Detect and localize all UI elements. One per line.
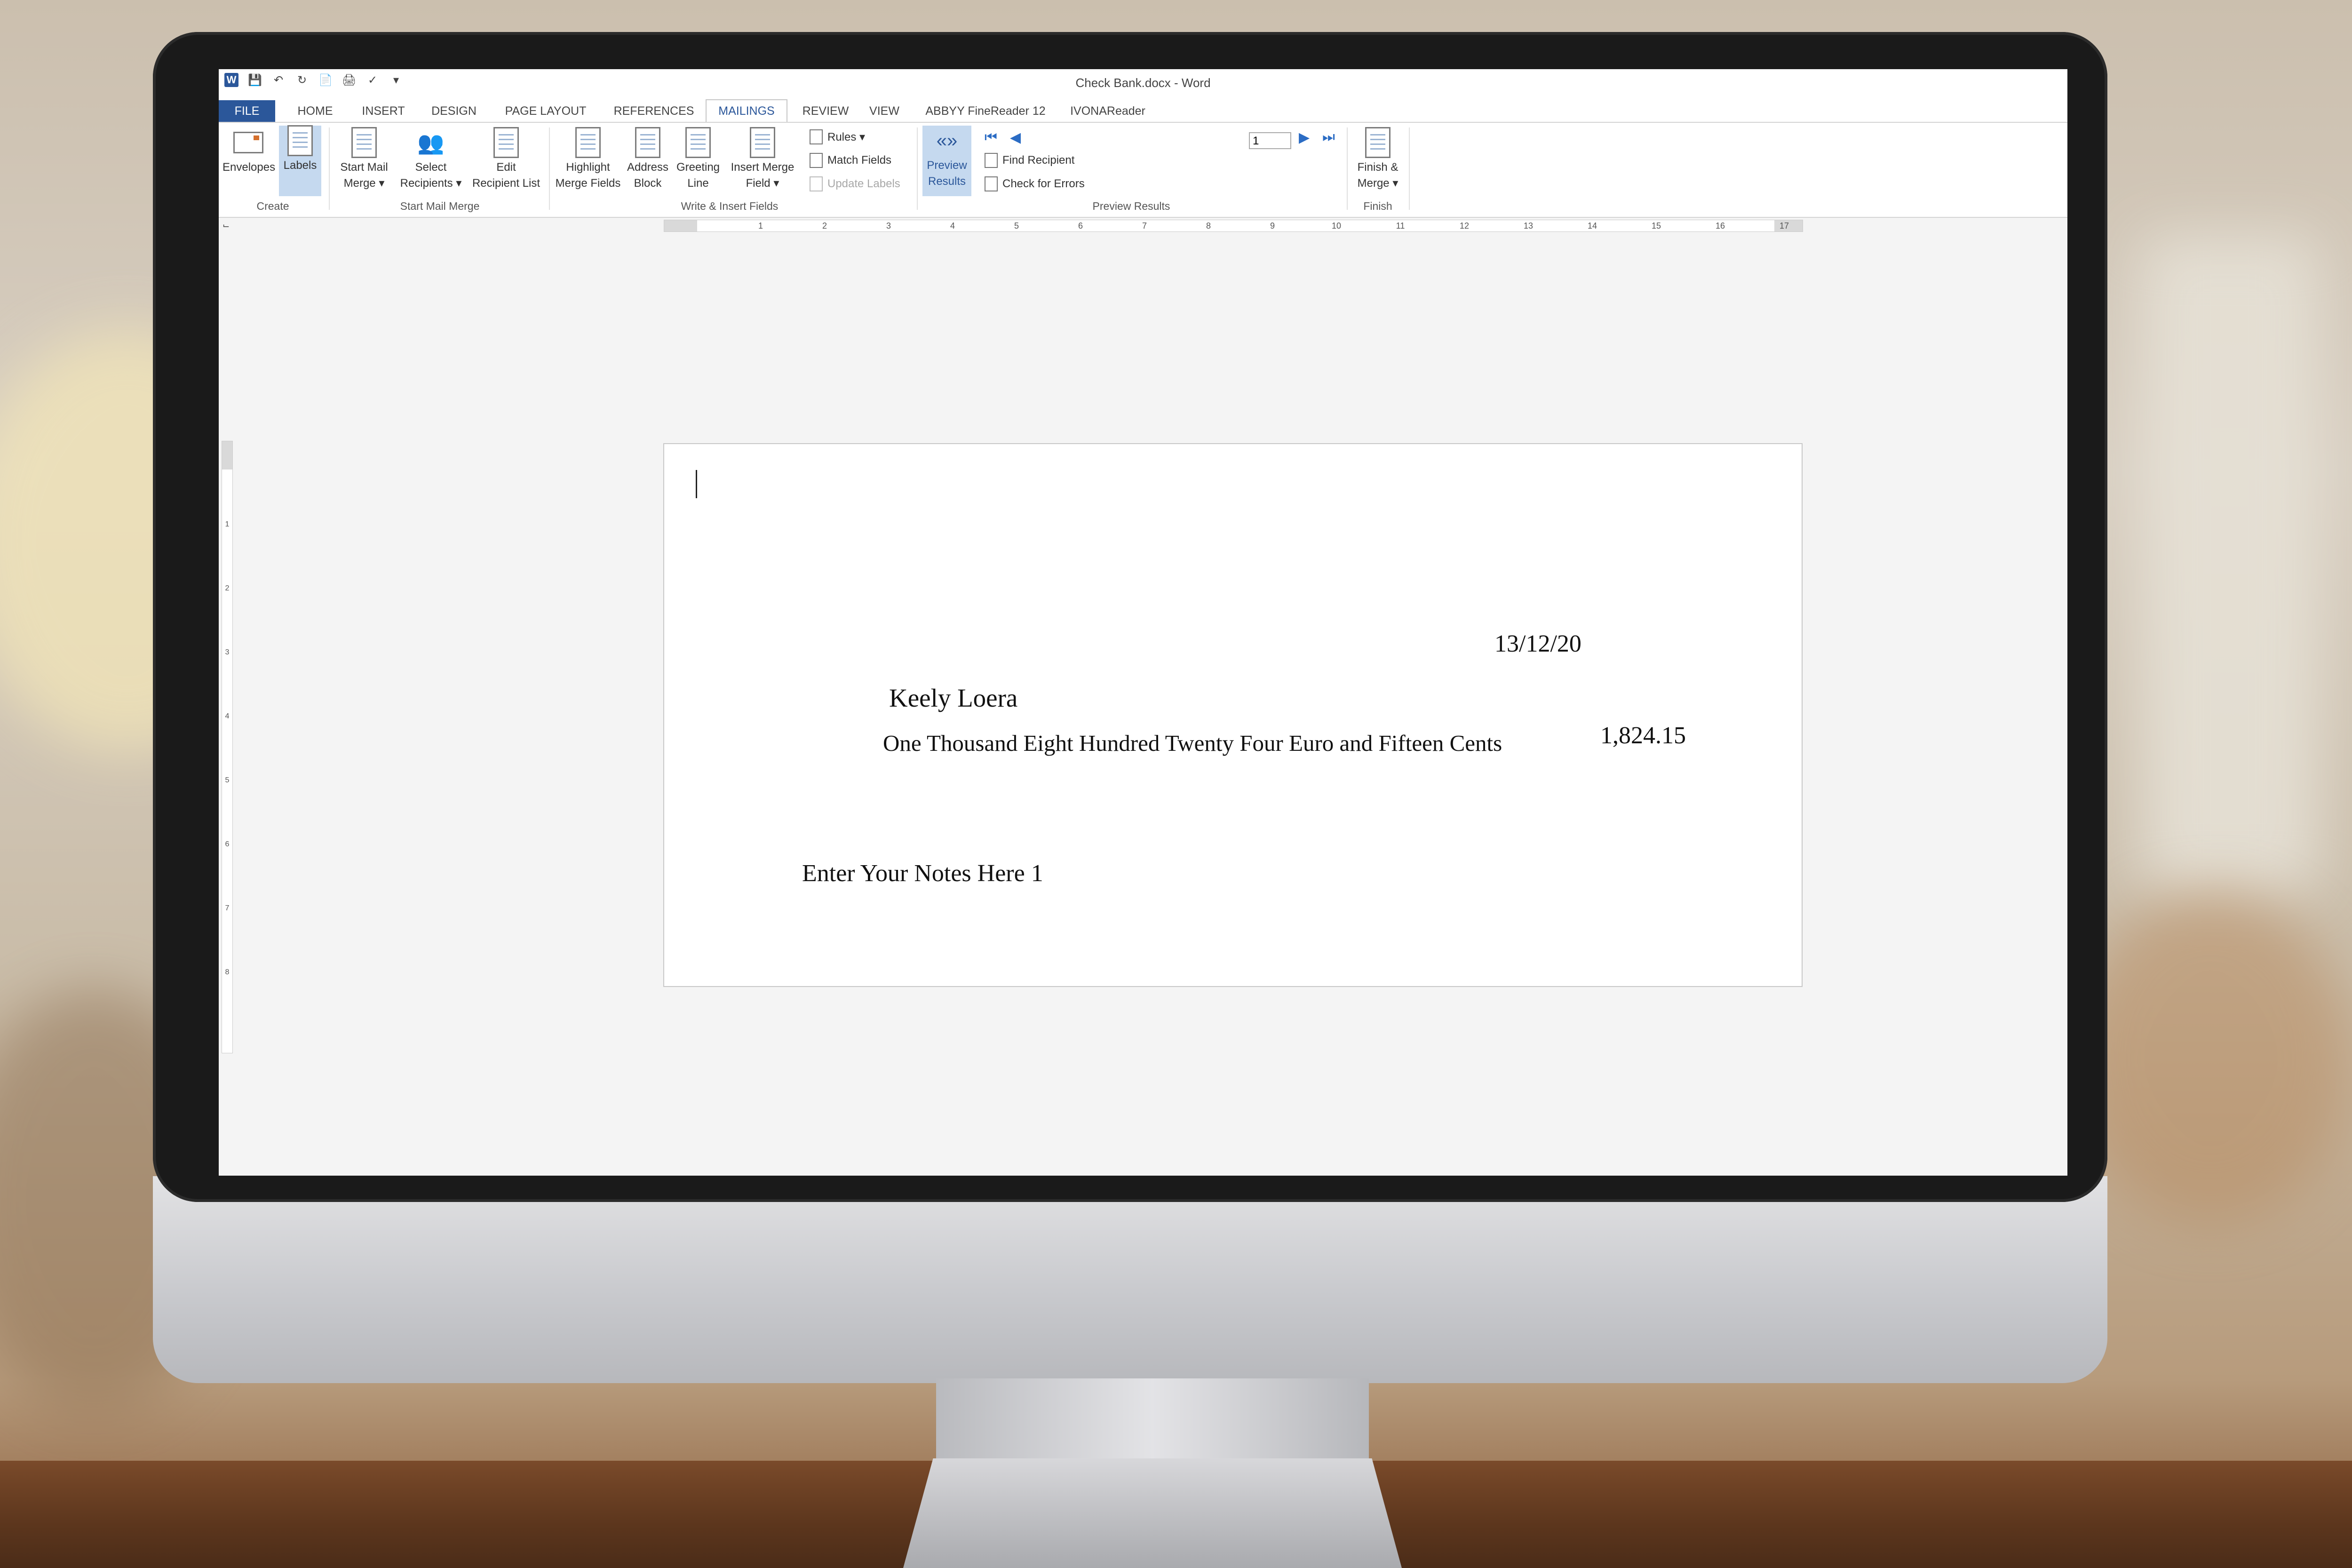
window-title: Check Bank.docx - Word [1075, 76, 1211, 90]
tab-home[interactable]: HOME [289, 100, 341, 122]
group-label-preview-results: Preview Results [1092, 200, 1170, 212]
group-label-create: Create [256, 200, 289, 212]
tab-references[interactable]: REFERENCES [609, 100, 699, 122]
tab-selector[interactable]: ⌙ [222, 221, 233, 231]
preview-icon: «» [936, 130, 958, 151]
greeting-line-icon [685, 127, 711, 158]
insert-merge-field-button[interactable]: Insert Merge Field ▾ [725, 127, 800, 191]
select-recipients-button[interactable]: 👥 Select Recipients ▾ [396, 127, 466, 191]
address-block-button[interactable]: Address Block [624, 127, 671, 191]
insert-field-icon [750, 127, 775, 158]
tab-page-layout[interactable]: PAGE LAYOUT [496, 100, 595, 122]
check-payee: Keely Loera [889, 684, 1018, 712]
finish-merge-icon [1365, 127, 1391, 158]
match-fields-button[interactable]: Match Fields [810, 153, 891, 168]
monitor-stand-base [903, 1458, 1402, 1568]
group-separator [329, 127, 330, 210]
ribbon-tabs: FILE HOME INSERT DESIGN PAGE LAYOUT REFE… [219, 97, 2067, 122]
title-bar: W 💾 ↶ ↻ 📄 🖨 ✓ ▾ Check Bank.docx - Word [219, 69, 2067, 97]
group-separator [549, 127, 550, 210]
group-separator [1409, 127, 1410, 210]
tab-abbyy[interactable]: ABBYY FineReader 12 [915, 100, 1056, 122]
last-record-icon[interactable]: ⏭ [1322, 129, 1335, 145]
background-window [2140, 235, 2319, 894]
highlight-merge-fields-button[interactable]: Highlight Merge Fields [553, 127, 623, 191]
check-date: 13/12/20 [1494, 630, 1581, 657]
record-number-input[interactable]: 1 [1249, 132, 1291, 149]
tab-view[interactable]: VIEW [863, 100, 906, 122]
background-shelf [2070, 894, 2352, 1223]
tab-review[interactable]: REVIEW [797, 100, 854, 122]
tab-mailings[interactable]: MAILINGS [706, 99, 787, 122]
tab-insert[interactable]: INSERT [355, 100, 412, 122]
check-amount: 1,824.15 [1600, 722, 1686, 749]
group-label-write-insert: Write & Insert Fields [681, 200, 779, 212]
check-errors-button[interactable]: Check for Errors [985, 176, 1085, 191]
edit-list-icon [493, 127, 519, 158]
ribbon: Envelopes Labels Create Start Mail Merge… [219, 122, 2067, 218]
check-amount-words: One Thousand Eight Hundred Twenty Four E… [883, 730, 1502, 756]
labels-icon [287, 125, 313, 156]
word-window: W 💾 ↶ ↻ 📄 🖨 ✓ ▾ Check Bank.docx - Word F… [219, 69, 2067, 1176]
check-notes: Enter Your Notes Here 1 [802, 860, 1043, 887]
update-labels-icon [810, 176, 823, 191]
labels-button[interactable]: Labels [279, 125, 321, 196]
monitor-chin [153, 1176, 2107, 1383]
edit-recipient-list-button[interactable]: Edit Recipient List [466, 127, 546, 191]
tab-design[interactable]: DESIGN [426, 100, 482, 122]
previous-record-icon[interactable]: ◀ [1010, 129, 1021, 146]
rules-icon [810, 129, 823, 144]
group-label-start-mail-merge: Start Mail Merge [400, 200, 480, 212]
rules-button[interactable]: Rules ▾ [810, 129, 865, 144]
group-separator [917, 127, 918, 210]
finish-merge-button[interactable]: Finish & Merge ▾ [1351, 127, 1405, 191]
recipients-icon: 👥 [417, 130, 445, 155]
check-errors-icon [985, 176, 998, 191]
next-record-icon[interactable]: ▶ [1299, 129, 1310, 146]
group-separator [1347, 127, 1348, 210]
update-labels-button[interactable]: Update Labels [810, 176, 900, 191]
envelopes-button[interactable]: Envelopes [222, 127, 275, 175]
envelope-icon [233, 132, 263, 153]
vertical-ruler[interactable]: 1 2 3 4 5 6 7 8 [222, 441, 233, 1053]
find-recipient-button[interactable]: Find Recipient [985, 153, 1074, 168]
find-recipient-icon [985, 153, 998, 168]
horizontal-ruler[interactable]: 1 2 3 4 5 6 7 8 9 10 11 12 13 14 15 16 1… [664, 220, 1803, 232]
group-label-finish: Finish [1363, 200, 1392, 212]
address-block-icon [635, 127, 660, 158]
tab-ivonareader[interactable]: IVONAReader [1065, 100, 1150, 122]
match-fields-icon [810, 153, 823, 168]
start-mail-merge-button[interactable]: Start Mail Merge ▾ [334, 127, 395, 191]
mail-merge-icon [351, 127, 377, 158]
tab-file[interactable]: FILE [219, 100, 275, 122]
preview-results-button[interactable]: «» Preview Results [922, 126, 971, 196]
greeting-line-button[interactable]: Greeting Line [672, 127, 724, 191]
document-page[interactable]: 13/12/20 Keely Loera One Thousand Eight … [663, 443, 1803, 987]
highlight-icon [575, 127, 601, 158]
first-record-icon[interactable]: ⏮ [985, 129, 997, 145]
text-cursor [696, 470, 697, 498]
